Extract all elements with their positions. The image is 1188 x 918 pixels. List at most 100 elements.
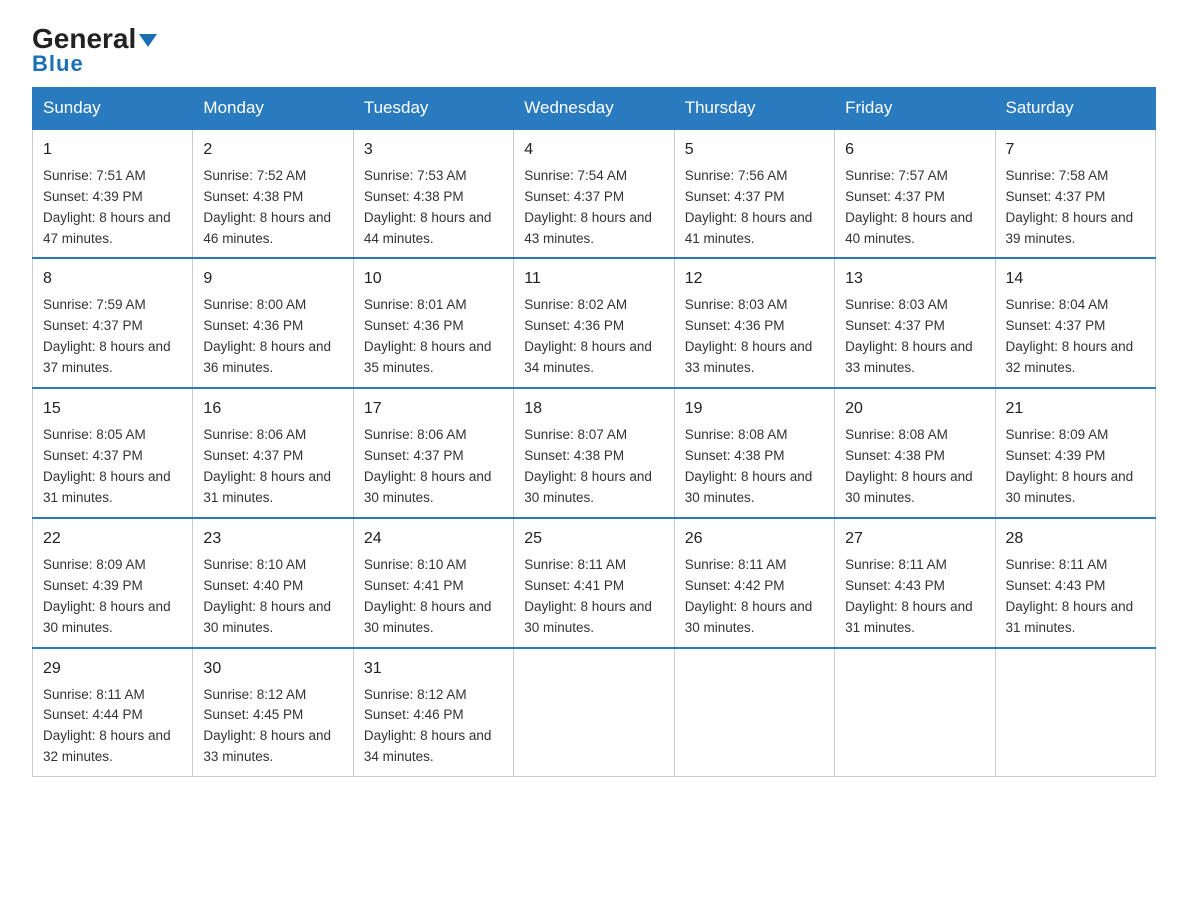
day-number: 14 xyxy=(1006,267,1145,291)
day-info: Sunrise: 8:10 AMSunset: 4:40 PMDaylight:… xyxy=(203,555,342,639)
day-cell-6: 6Sunrise: 7:57 AMSunset: 4:37 PMDaylight… xyxy=(835,129,995,259)
day-info: Sunrise: 8:11 AMSunset: 4:43 PMDaylight:… xyxy=(1006,555,1145,639)
day-info: Sunrise: 8:12 AMSunset: 4:46 PMDaylight:… xyxy=(364,685,503,769)
day-cell-1: 1Sunrise: 7:51 AMSunset: 4:39 PMDaylight… xyxy=(33,129,193,259)
day-cell-23: 23 Sunrise: 8:10 AMSunset: 4:40 PMDayligh… xyxy=(193,518,353,648)
day-cell-27: 27 Sunrise: 8:11 AMSunset: 4:43 PMDayligh… xyxy=(835,518,995,648)
day-number: 3 xyxy=(364,138,503,162)
day-cell-19: 19Sunrise: 8:08 AMSunset: 4:38 PMDayligh… xyxy=(674,388,834,518)
day-info: Sunrise: 8:11 AMSunset: 4:43 PMDaylight:… xyxy=(845,555,984,639)
day-number: 1 xyxy=(43,138,182,162)
week-row-3: 15 Sunrise: 8:05 AMSunset: 4:37 PMDayligh… xyxy=(33,388,1156,518)
day-number: 8 xyxy=(43,267,182,291)
day-cell-18: 18Sunrise: 8:07 AMSunset: 4:38 PMDayligh… xyxy=(514,388,674,518)
day-cell-14: 14 Sunrise: 8:04 AMSunset: 4:37 PMDayligh… xyxy=(995,258,1155,388)
calendar-table: SundayMondayTuesdayWednesdayThursdayFrid… xyxy=(32,87,1156,777)
day-cell-31: 31 Sunrise: 8:12 AMSunset: 4:46 PMDayligh… xyxy=(353,648,513,777)
day-info: Sunrise: 8:04 AMSunset: 4:37 PMDaylight:… xyxy=(1006,295,1145,379)
day-number: 4 xyxy=(524,138,663,162)
day-number: 30 xyxy=(203,657,342,681)
day-cell-24: 24 Sunrise: 8:10 AMSunset: 4:41 PMDayligh… xyxy=(353,518,513,648)
day-cell-4: 4 Sunrise: 7:54 AMSunset: 4:37 PMDaylight… xyxy=(514,129,674,259)
day-info: Sunrise: 8:10 AMSunset: 4:41 PMDaylight:… xyxy=(364,555,503,639)
col-header-sunday: Sunday xyxy=(33,87,193,129)
day-number: 5 xyxy=(685,138,824,162)
day-info: Sunrise: 7:58 AMSunset: 4:37 PMDaylight:… xyxy=(1006,166,1145,250)
day-number: 24 xyxy=(364,527,503,551)
day-info: Sunrise: 8:09 AMSunset: 4:39 PMDaylight:… xyxy=(43,555,182,639)
day-cell-7: 7 Sunrise: 7:58 AMSunset: 4:37 PMDaylight… xyxy=(995,129,1155,259)
day-info: Sunrise: 8:01 AMSunset: 4:36 PMDaylight:… xyxy=(364,295,503,379)
day-number: 27 xyxy=(845,527,984,551)
week-row-4: 22 Sunrise: 8:09 AMSunset: 4:39 PMDayligh… xyxy=(33,518,1156,648)
empty-cell xyxy=(514,648,674,777)
day-number: 22 xyxy=(43,527,182,551)
day-cell-12: 12 Sunrise: 8:03 AMSunset: 4:36 PMDayligh… xyxy=(674,258,834,388)
day-cell-25: 25 Sunrise: 8:11 AMSunset: 4:41 PMDayligh… xyxy=(514,518,674,648)
day-number: 31 xyxy=(364,657,503,681)
day-number: 21 xyxy=(1006,397,1145,421)
day-number: 2 xyxy=(203,138,342,162)
day-info: Sunrise: 8:06 AMSunset: 4:37 PMDaylight:… xyxy=(364,425,503,509)
week-row-2: 8 Sunrise: 7:59 AMSunset: 4:37 PMDaylight… xyxy=(33,258,1156,388)
day-info: Sunrise: 7:59 AMSunset: 4:37 PMDaylight:… xyxy=(43,295,182,379)
empty-cell xyxy=(995,648,1155,777)
col-header-wednesday: Wednesday xyxy=(514,87,674,129)
day-cell-20: 20 Sunrise: 8:08 AMSunset: 4:38 PMDayligh… xyxy=(835,388,995,518)
logo-blue: Blue xyxy=(32,51,84,77)
day-number: 20 xyxy=(845,397,984,421)
day-number: 15 xyxy=(43,397,182,421)
day-number: 6 xyxy=(845,138,984,162)
col-header-tuesday: Tuesday xyxy=(353,87,513,129)
day-cell-2: 2 Sunrise: 7:52 AMSunset: 4:38 PMDaylight… xyxy=(193,129,353,259)
day-info: Sunrise: 7:52 AMSunset: 4:38 PMDaylight:… xyxy=(203,166,342,250)
day-number: 29 xyxy=(43,657,182,681)
day-info: Sunrise: 7:53 AMSunset: 4:38 PMDaylight:… xyxy=(364,166,503,250)
day-cell-11: 11Sunrise: 8:02 AMSunset: 4:36 PMDayligh… xyxy=(514,258,674,388)
day-number: 17 xyxy=(364,397,503,421)
col-header-thursday: Thursday xyxy=(674,87,834,129)
week-row-5: 29 Sunrise: 8:11 AMSunset: 4:44 PMDayligh… xyxy=(33,648,1156,777)
page-header: General Blue xyxy=(32,24,1156,77)
day-info: Sunrise: 8:03 AMSunset: 4:36 PMDaylight:… xyxy=(685,295,824,379)
day-number: 12 xyxy=(685,267,824,291)
col-header-friday: Friday xyxy=(835,87,995,129)
day-number: 28 xyxy=(1006,527,1145,551)
day-number: 16 xyxy=(203,397,342,421)
day-info: Sunrise: 8:11 AMSunset: 4:42 PMDaylight:… xyxy=(685,555,824,639)
day-info: Sunrise: 8:05 AMSunset: 4:37 PMDaylight:… xyxy=(43,425,182,509)
day-cell-26: 26 Sunrise: 8:11 AMSunset: 4:42 PMDayligh… xyxy=(674,518,834,648)
logo: General Blue xyxy=(32,24,157,77)
day-number: 10 xyxy=(364,267,503,291)
day-info: Sunrise: 8:03 AMSunset: 4:37 PMDaylight:… xyxy=(845,295,984,379)
day-cell-29: 29 Sunrise: 8:11 AMSunset: 4:44 PMDayligh… xyxy=(33,648,193,777)
day-info: Sunrise: 8:12 AMSunset: 4:45 PMDaylight:… xyxy=(203,685,342,769)
day-cell-22: 22 Sunrise: 8:09 AMSunset: 4:39 PMDayligh… xyxy=(33,518,193,648)
day-info: Sunrise: 8:11 AMSunset: 4:41 PMDaylight:… xyxy=(524,555,663,639)
day-info: Sunrise: 8:00 AMSunset: 4:36 PMDaylight:… xyxy=(203,295,342,379)
day-cell-5: 5Sunrise: 7:56 AMSunset: 4:37 PMDaylight… xyxy=(674,129,834,259)
day-info: Sunrise: 8:08 AMSunset: 4:38 PMDaylight:… xyxy=(845,425,984,509)
day-cell-28: 28 Sunrise: 8:11 AMSunset: 4:43 PMDayligh… xyxy=(995,518,1155,648)
calendar-header-row: SundayMondayTuesdayWednesdayThursdayFrid… xyxy=(33,87,1156,129)
empty-cell xyxy=(674,648,834,777)
day-number: 26 xyxy=(685,527,824,551)
day-number: 23 xyxy=(203,527,342,551)
day-cell-10: 10 Sunrise: 8:01 AMSunset: 4:36 PMDayligh… xyxy=(353,258,513,388)
day-number: 11 xyxy=(524,267,663,291)
week-row-1: 1Sunrise: 7:51 AMSunset: 4:39 PMDaylight… xyxy=(33,129,1156,259)
day-number: 25 xyxy=(524,527,663,551)
day-info: Sunrise: 8:11 AMSunset: 4:44 PMDaylight:… xyxy=(43,685,182,769)
day-cell-3: 3 Sunrise: 7:53 AMSunset: 4:38 PMDaylight… xyxy=(353,129,513,259)
day-cell-13: 13Sunrise: 8:03 AMSunset: 4:37 PMDayligh… xyxy=(835,258,995,388)
day-cell-8: 8 Sunrise: 7:59 AMSunset: 4:37 PMDaylight… xyxy=(33,258,193,388)
day-number: 9 xyxy=(203,267,342,291)
day-cell-21: 21 Sunrise: 8:09 AMSunset: 4:39 PMDayligh… xyxy=(995,388,1155,518)
day-info: Sunrise: 8:08 AMSunset: 4:38 PMDaylight:… xyxy=(685,425,824,509)
day-info: Sunrise: 7:54 AMSunset: 4:37 PMDaylight:… xyxy=(524,166,663,250)
col-header-monday: Monday xyxy=(193,87,353,129)
day-info: Sunrise: 8:09 AMSunset: 4:39 PMDaylight:… xyxy=(1006,425,1145,509)
col-header-saturday: Saturday xyxy=(995,87,1155,129)
day-cell-17: 17 Sunrise: 8:06 AMSunset: 4:37 PMDayligh… xyxy=(353,388,513,518)
day-number: 7 xyxy=(1006,138,1145,162)
